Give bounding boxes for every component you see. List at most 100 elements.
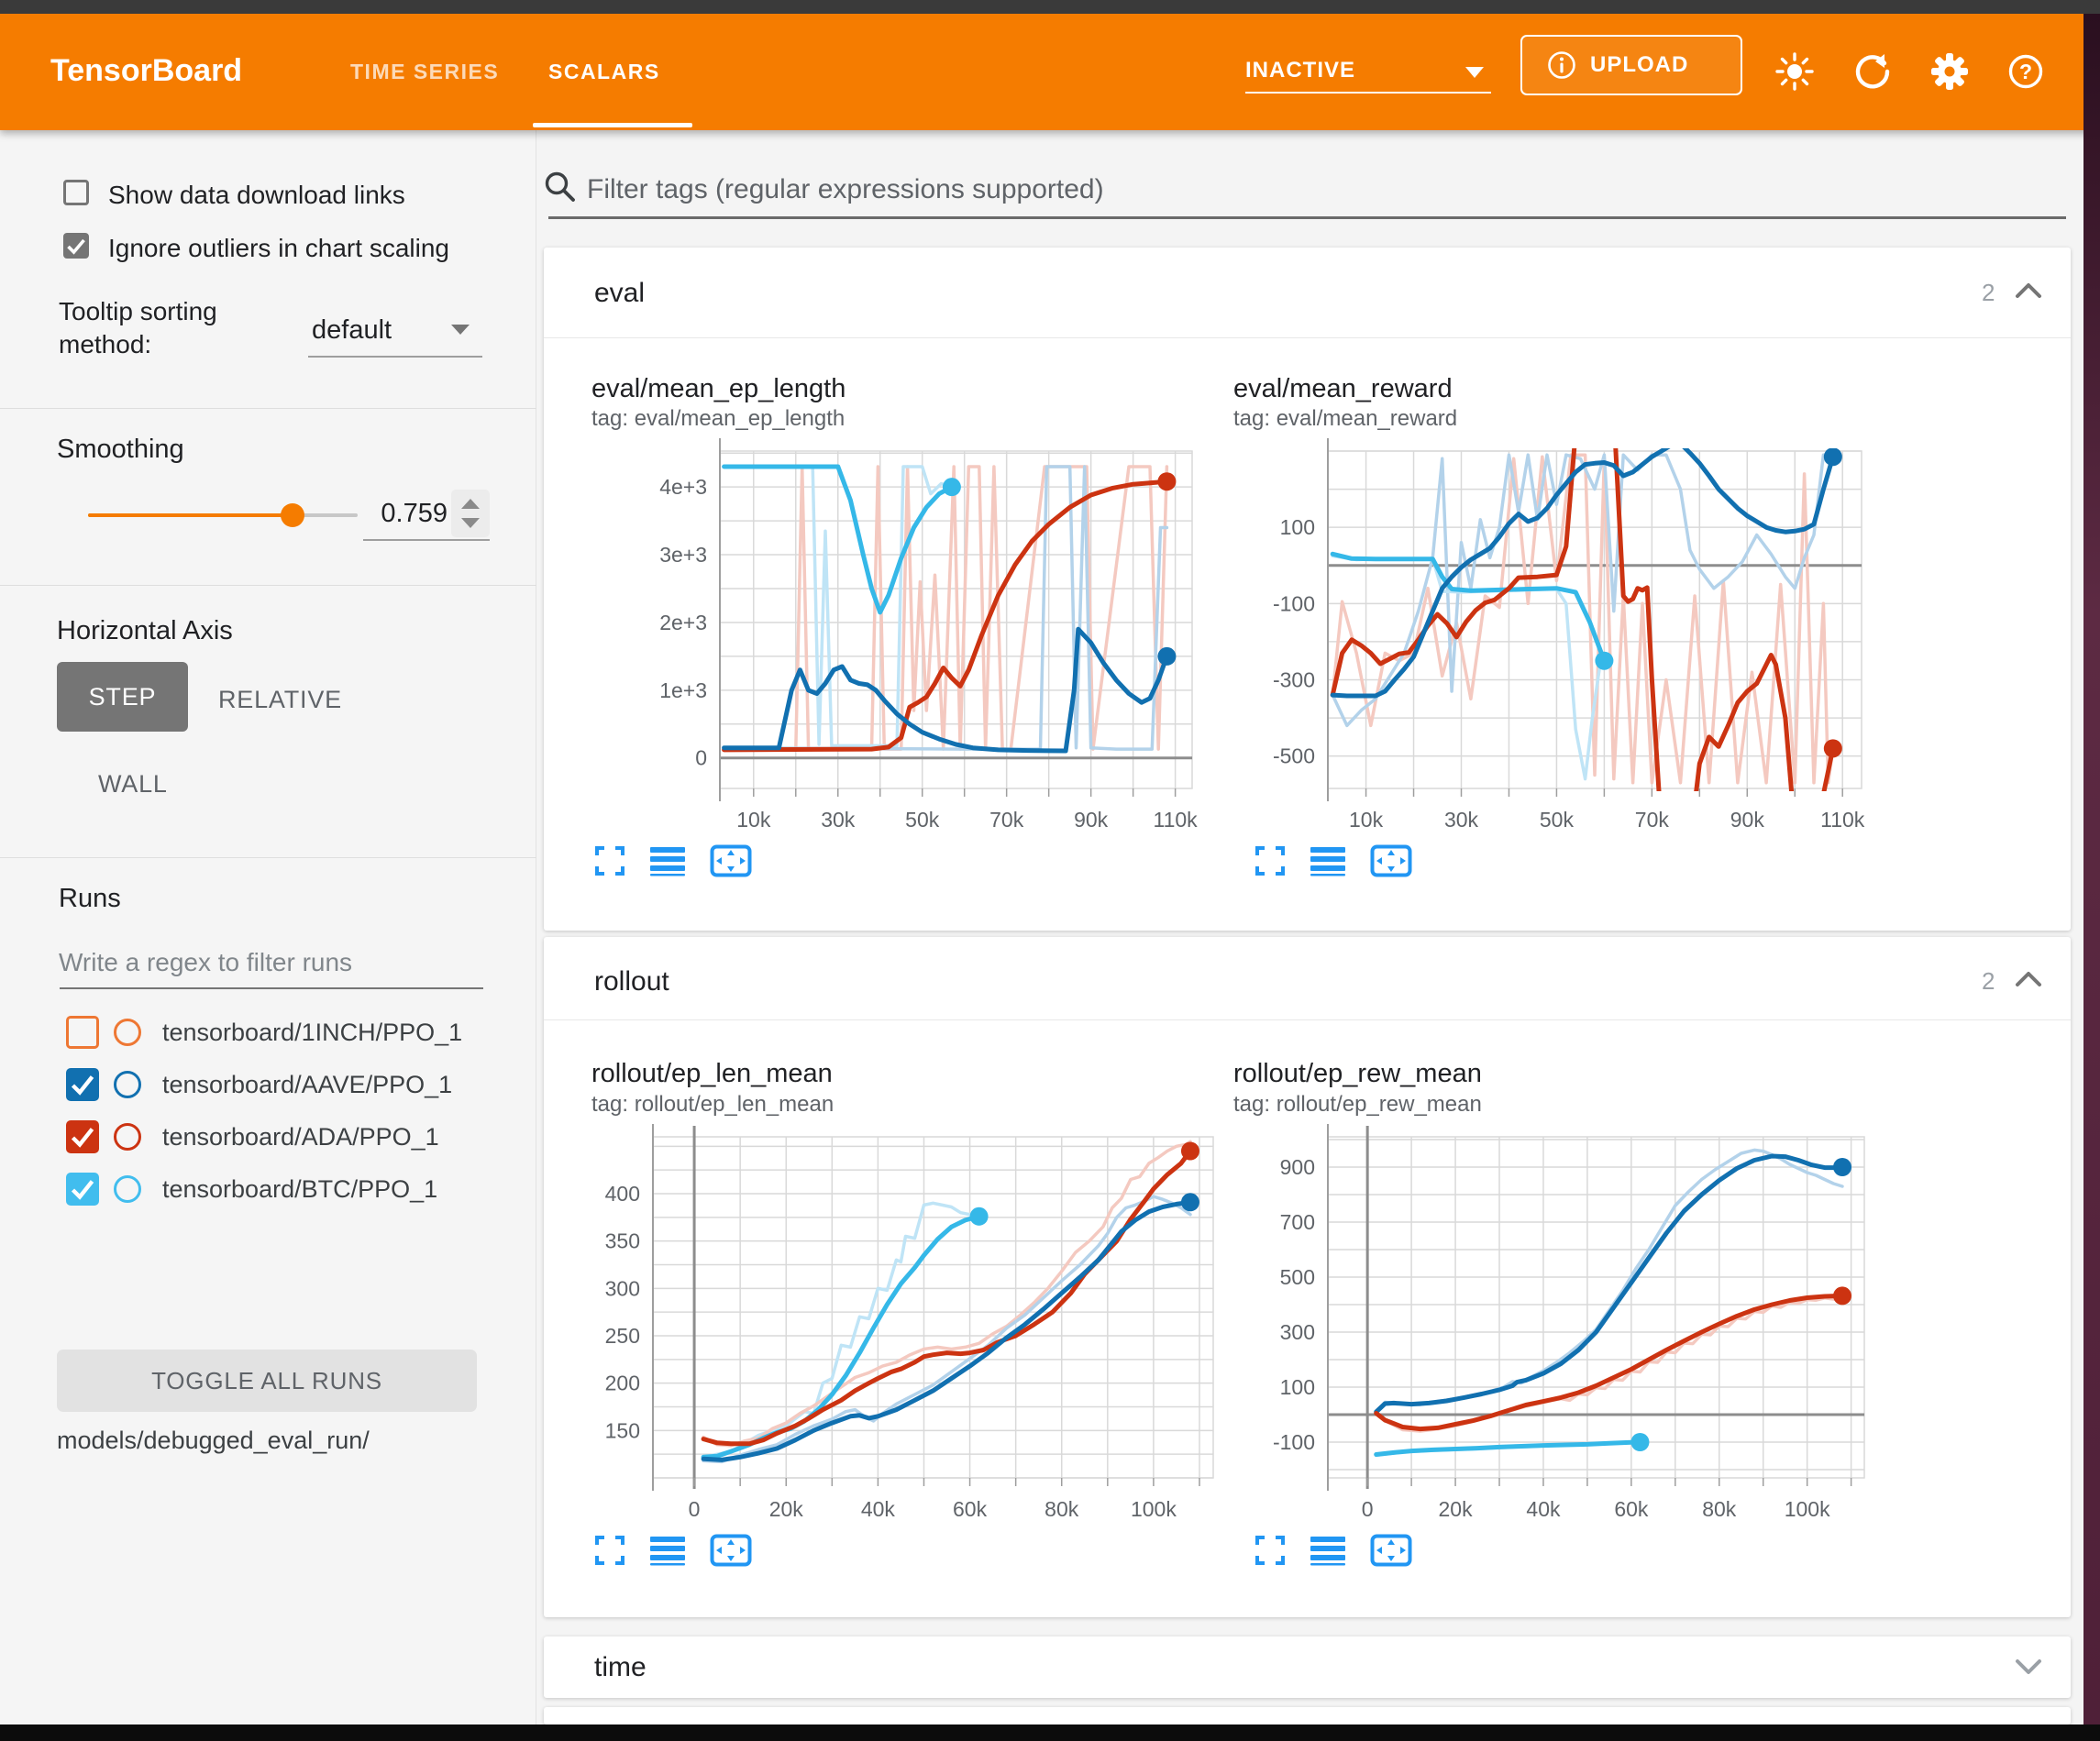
divider (0, 408, 536, 409)
chart-tag: tag: rollout/ep_rew_mean (1233, 1092, 1482, 1118)
smoothing-stepper[interactable] (451, 490, 490, 537)
svg-text:90k: 90k (1730, 808, 1765, 832)
chart-tag: tag: rollout/ep_len_mean (591, 1092, 834, 1118)
svg-text:4e+3: 4e+3 (659, 475, 707, 499)
svg-text:0: 0 (689, 1497, 701, 1521)
svg-text:-100: -100 (1273, 1430, 1315, 1454)
filter-tags-underline (548, 216, 2066, 219)
svg-text:10k: 10k (736, 808, 771, 832)
expand-chart-icon[interactable] (1254, 1535, 1286, 1566)
chevron-down-icon[interactable] (451, 325, 470, 335)
run-row-aave[interactable]: tensorboard/AAVE/PPO_1 (0, 1059, 536, 1110)
status-dropdown[interactable]: INACTIVE (1245, 58, 1355, 83)
fit-to-view-icon[interactable] (1370, 844, 1412, 877)
svg-text:1e+3: 1e+3 (659, 678, 707, 702)
tooltip-sorting-dropdown[interactable]: default (312, 315, 392, 346)
settings-gear-icon[interactable] (1929, 50, 1971, 93)
fit-to-view-icon[interactable] (710, 1534, 752, 1567)
runs-list-icon[interactable] (649, 1535, 686, 1566)
run-color-marker (114, 1071, 141, 1098)
run-row-ada[interactable]: tensorboard/ADA/PPO_1 (0, 1111, 536, 1163)
run-checkbox[interactable] (66, 1016, 99, 1049)
svg-text:50k: 50k (1540, 808, 1575, 832)
collapse-section-icon[interactable] (2014, 281, 2043, 301)
svg-text:110k: 110k (1820, 808, 1865, 832)
svg-text:100k: 100k (1785, 1497, 1830, 1521)
runs-filter-input[interactable] (59, 942, 481, 983)
expand-chart-icon[interactable] (1254, 845, 1286, 876)
run-row-btc[interactable]: tensorboard/BTC/PPO_1 (0, 1163, 536, 1215)
fit-to-view-icon[interactable] (1370, 1534, 1412, 1567)
svg-text:100: 100 (1280, 1375, 1315, 1399)
runs-list-icon[interactable] (1310, 845, 1346, 876)
settings-sidebar: Show data download links Ignore outliers… (0, 130, 536, 1724)
info-icon (1546, 50, 1577, 81)
runs-list-icon[interactable] (649, 845, 686, 876)
filter-tags-input[interactable] (587, 167, 2017, 213)
chart-toolbar (1254, 844, 1412, 877)
chart-plot-rollout-ep-len-mean[interactable]: 020k40k60k80k100k150200250300350400 (543, 1114, 1259, 1547)
run-checkbox[interactable] (66, 1068, 99, 1101)
smoothing-slider-fill (88, 513, 293, 517)
axis-step-button[interactable]: STEP (57, 662, 188, 732)
svg-text:10k: 10k (1349, 808, 1384, 832)
status-dropdown-underline (1245, 92, 1491, 94)
svg-text:70k: 70k (989, 808, 1024, 832)
svg-text:60k: 60k (953, 1497, 988, 1521)
fit-to-view-icon[interactable] (710, 844, 752, 877)
svg-text:?: ? (2019, 60, 2032, 83)
smoothing-value-input[interactable] (363, 490, 448, 537)
run-checkbox[interactable] (66, 1173, 99, 1206)
axis-relative-button[interactable]: RELATIVE (218, 686, 342, 714)
svg-text:30k: 30k (1444, 808, 1479, 832)
section-title-eval[interactable]: eval (594, 278, 645, 309)
chart-plot-eval-mean-reward[interactable]: 10k30k50k70k90k110k100-100-300-500 (1218, 428, 1907, 857)
svg-text:300: 300 (605, 1276, 640, 1300)
bottom-edge-bar (0, 1724, 2100, 1741)
run-label: tensorboard/ADA/PPO_1 (162, 1123, 439, 1151)
svg-text:-300: -300 (1273, 667, 1315, 691)
chart-plot-eval-mean-ep-length[interactable]: 10k30k50k70k90k110k01e+32e+33e+34e+3 (610, 428, 1238, 857)
smoothing-slider-handle[interactable] (281, 503, 304, 527)
smoothing-slider[interactable] (88, 513, 358, 517)
help-icon[interactable]: ? (2005, 50, 2047, 93)
expand-chart-icon[interactable] (594, 845, 625, 876)
svg-text:0: 0 (695, 746, 707, 770)
expand-section-icon[interactable] (2014, 1657, 2043, 1677)
show-download-links-checkbox[interactable] (63, 180, 89, 205)
run-color-marker (114, 1175, 141, 1203)
stepper-up-icon[interactable] (461, 499, 480, 509)
chart-plot-rollout-ep-rew-mean[interactable]: 020k40k60k80k100k-100100300500700900 (1218, 1114, 1910, 1547)
run-checkbox[interactable] (66, 1120, 99, 1153)
svg-text:150: 150 (605, 1418, 640, 1442)
svg-text:110k: 110k (1154, 808, 1199, 832)
svg-text:40k: 40k (861, 1497, 896, 1521)
section-title-rollout[interactable]: rollout (594, 966, 669, 997)
tab-scalars[interactable]: SCALARS (548, 60, 660, 84)
section-card-time: time (544, 1636, 2071, 1698)
collapse-section-icon[interactable] (2014, 969, 2043, 989)
chevron-down-icon[interactable] (1465, 67, 1484, 78)
toggle-all-runs-button[interactable]: TOGGLE ALL RUNS (57, 1350, 477, 1412)
tensorboard-window: TensorBoard TIME SERIES SCALARS INACTIVE… (0, 0, 2100, 1741)
svg-text:60k: 60k (1614, 1497, 1649, 1521)
refresh-icon[interactable] (1851, 50, 1894, 93)
app-header: TensorBoard TIME SERIES SCALARS INACTIVE… (0, 14, 2100, 130)
section-title-time[interactable]: time (594, 1652, 647, 1683)
stepper-down-icon[interactable] (461, 518, 480, 528)
tooltip-sorting-label: Tooltip sorting method: (59, 295, 256, 361)
runs-filter-underline (60, 987, 483, 989)
tab-time-series[interactable]: TIME SERIES (350, 60, 499, 84)
desktop-edge-strip (2083, 14, 2100, 1724)
svg-text:100: 100 (1280, 515, 1315, 539)
brightness-icon[interactable] (1774, 50, 1816, 93)
runs-list-icon[interactable] (1310, 1535, 1346, 1566)
runs-base-path: models/debugged_eval_run/ (57, 1427, 370, 1455)
upload-button[interactable]: UPLOAD (1520, 35, 1742, 95)
expand-chart-icon[interactable] (594, 1535, 625, 1566)
smoothing-label: Smoothing (57, 435, 184, 465)
ignore-outliers-checkbox[interactable] (63, 233, 89, 259)
axis-wall-button[interactable]: WALL (98, 770, 168, 799)
run-row-1inch[interactable]: tensorboard/1INCH/PPO_1 (0, 1007, 536, 1058)
chart-title: rollout/ep_rew_mean (1233, 1059, 1482, 1089)
